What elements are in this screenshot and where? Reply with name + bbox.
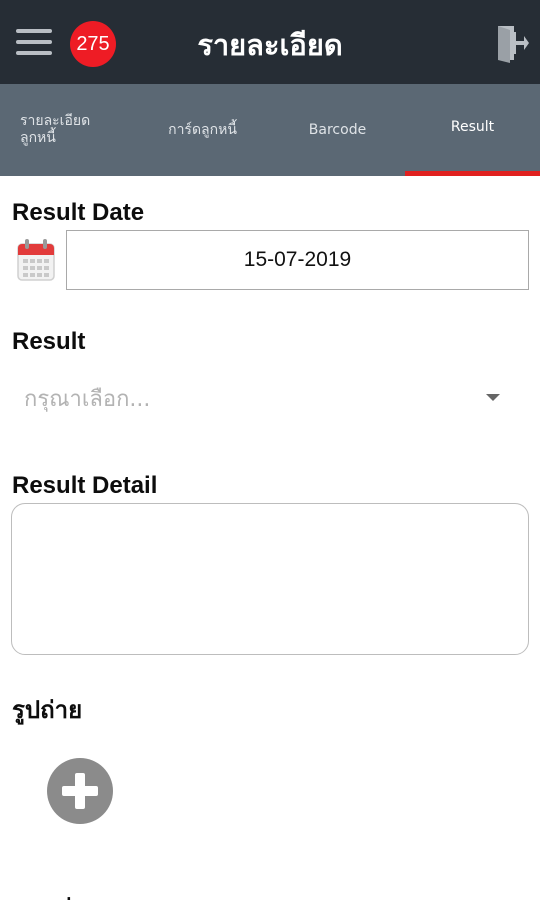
result-dropdown-placeholder: กรุณาเลือก... — [24, 386, 151, 412]
dropdown-caret-icon — [486, 394, 500, 401]
tab-label: Result — [450, 119, 495, 135]
result-label: Result — [12, 328, 86, 355]
tab-label: Barcode — [308, 122, 367, 138]
tab-debtor-detail[interactable]: รายละเอียด ลูกหนี้ — [0, 84, 135, 176]
tab-debtor-card[interactable]: การ์ดลูกหนี้ — [135, 84, 270, 176]
tab-result[interactable]: Result — [405, 84, 540, 176]
tab-label: การ์ดลูกหนี้ — [168, 122, 237, 138]
page-title: รายละเอียด — [197, 28, 343, 62]
result-dropdown[interactable]: กรุณาเลือก... — [12, 372, 528, 424]
result-date-field[interactable]: 15-07-2019 — [66, 230, 529, 290]
calendar-icon[interactable] — [16, 238, 56, 282]
result-detail-label: Result Detail — [12, 472, 158, 499]
app-bar: 275 รายละเอียด — [0, 0, 540, 84]
result-detail-textarea[interactable] — [11, 503, 529, 655]
tab-label: รายละเอียด ลูกหนี้ — [20, 113, 91, 146]
add-photo-plus-icon[interactable] — [47, 758, 113, 824]
logout-door-icon[interactable] — [494, 22, 530, 64]
photo-label: รูปถ่าย — [12, 696, 83, 724]
result-date-label: Result Date — [12, 199, 145, 226]
next-section-label: ภาพถ่าย — [12, 888, 99, 900]
tab-barcode[interactable]: Barcode — [270, 84, 405, 176]
tab-bar: รายละเอียด ลูกหนี้ การ์ดลูกหนี้ Barcode … — [0, 84, 540, 176]
